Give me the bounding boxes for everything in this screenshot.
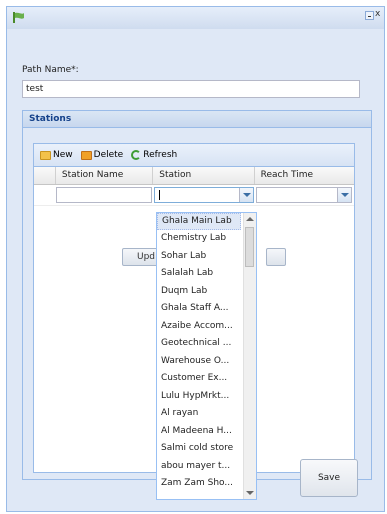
scroll-down-icon[interactable] [244,487,256,499]
dropdown-option[interactable]: Lulu HypMrkt... [157,388,245,406]
cancel-button[interactable] [266,248,286,266]
grid-toolbar: New Delete Refresh [34,144,354,167]
station-name-input[interactable] [56,187,152,203]
grid-header: Station Name Station Reach Time [34,167,354,185]
dropdown-option[interactable]: Azaibe Accom... [157,318,245,336]
path-name-label: Path Name*: [22,65,79,75]
dropdown-option[interactable]: Geotechnical ... [157,335,245,353]
reach-time-combo[interactable] [256,187,352,203]
dropdown-option[interactable]: Ghala Main Lab [157,213,241,230]
station-dropdown-list[interactable]: Ghala Main Lab Chemistry Lab Sohar Lab S… [156,212,257,500]
minimize-icon[interactable] [365,11,374,20]
dropdown-option[interactable]: Zam Zam Sho... [157,475,245,493]
close-icon[interactable]: x [375,9,383,21]
path-name-input[interactable] [22,80,360,98]
dropdown-option[interactable]: Chemistry Lab [157,230,245,248]
scroll-up-icon[interactable] [244,213,256,225]
dropdown-option[interactable]: Salalah Lab [157,265,245,283]
chevron-down-icon[interactable] [337,188,351,202]
app-icon [13,12,24,23]
dropdown-option[interactable]: Duqm Lab [157,283,245,301]
row-selector-header [34,167,56,184]
row-editor [34,185,354,206]
scroll-thumb[interactable] [245,227,254,267]
delete-button-label: Delete [93,150,124,160]
dropdown-option[interactable]: Al rayan [157,405,245,423]
stations-title: Stations [23,111,371,128]
station-combo[interactable] [154,187,254,203]
dropdown-option[interactable]: Salmi cold store [157,440,245,458]
dropdown-scrollbar[interactable] [243,213,256,499]
dropdown-option[interactable]: Warehouse O... [157,353,245,371]
title-bar: x [7,7,384,29]
dropdown-option[interactable]: Sohar Lab [157,248,245,266]
refresh-icon [131,150,142,160]
dropdown-option[interactable]: abou mayer t... [157,458,245,476]
column-header-station[interactable]: Station [153,167,255,184]
refresh-button[interactable]: Refresh [131,150,177,160]
delete-icon [80,150,92,160]
chevron-down-icon[interactable] [239,188,253,202]
dropdown-option[interactable]: Ghala Staff A... [157,300,245,318]
dropdown-option[interactable]: Customer Ex... [157,370,245,388]
dropdown-option[interactable]: Al Madeena H... [157,423,245,441]
save-button[interactable]: Save [300,459,358,497]
column-header-reach-time[interactable]: Reach Time [255,167,354,184]
new-button[interactable]: New [40,150,73,160]
delete-button[interactable]: Delete [80,150,124,160]
refresh-button-label: Refresh [143,150,178,160]
new-button-label: New [53,150,73,160]
new-icon [40,150,51,160]
column-header-station-name[interactable]: Station Name [56,167,154,184]
